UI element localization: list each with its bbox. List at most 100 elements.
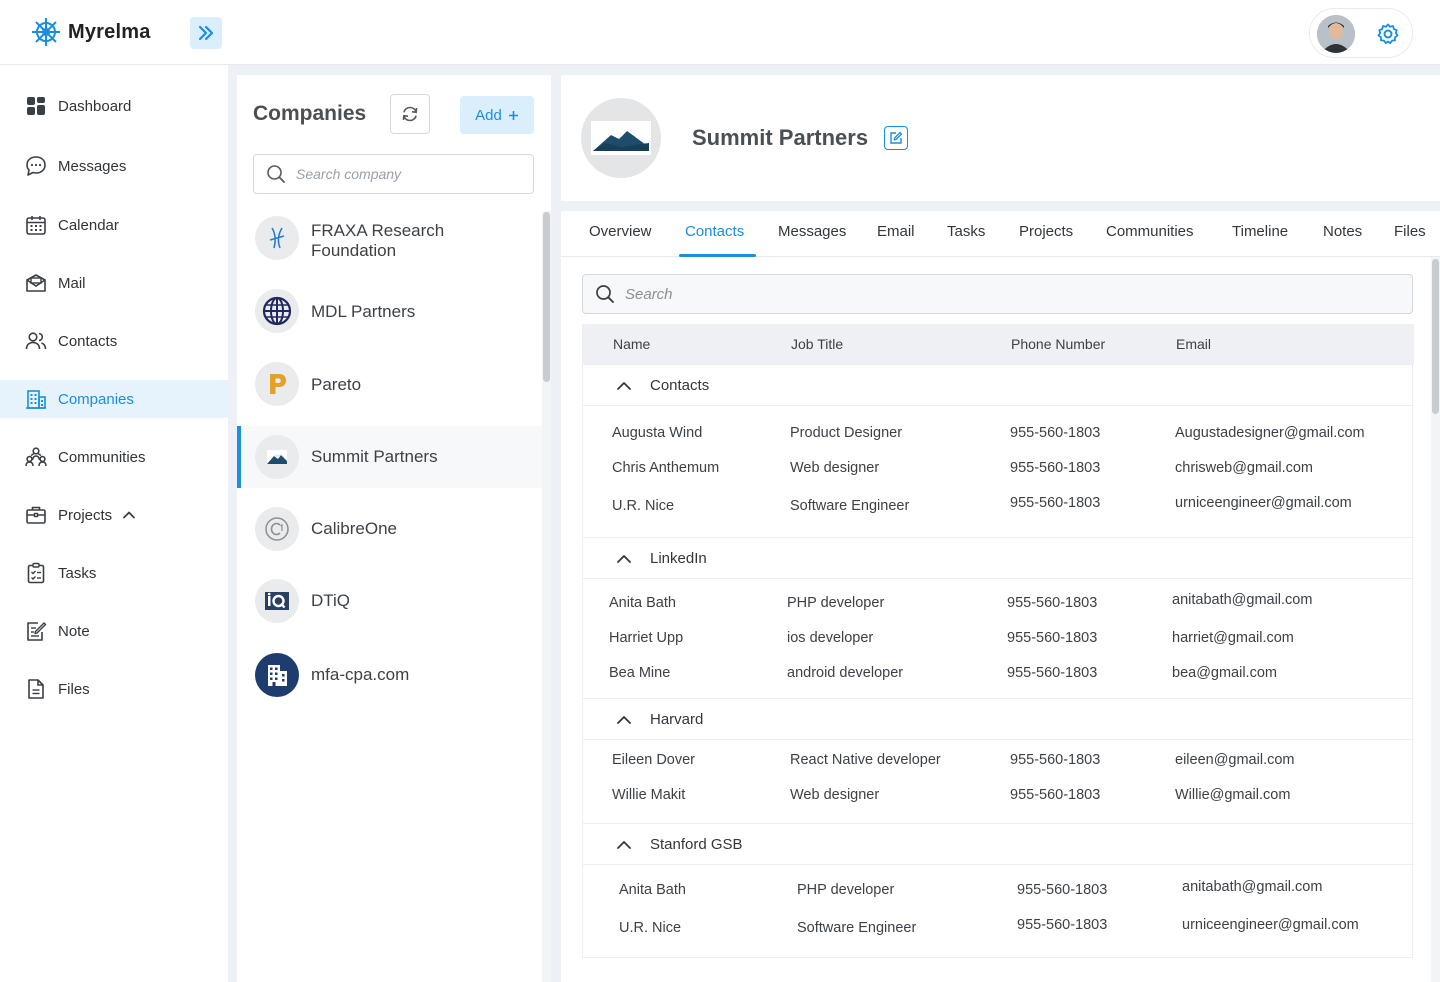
company-list-item[interactable]: Pareto xyxy=(237,355,542,413)
tab-timeline[interactable]: Timeline xyxy=(1232,223,1288,257)
sidebar: Dashboard Messages Calendar Mail Contact… xyxy=(0,65,228,982)
summit-partners-logo xyxy=(255,435,299,479)
group-header-stanford-gsb[interactable]: Stanford GSB xyxy=(583,823,1414,865)
column-header[interactable]: Phone Number xyxy=(1011,336,1105,352)
app-logo[interactable]: Myrelma xyxy=(30,16,151,48)
column-header[interactable]: Email xyxy=(1176,336,1211,352)
cell-job-title: Software Engineer xyxy=(797,920,917,936)
cell-email[interactable]: anitabath@gmail.com xyxy=(1172,592,1312,608)
contact-search xyxy=(582,274,1413,314)
tab-tasks[interactable]: Tasks xyxy=(947,223,985,257)
mail-icon xyxy=(25,272,47,294)
dashboard-icon xyxy=(25,95,47,117)
sidebar-item-files[interactable]: Files xyxy=(0,670,228,708)
note-icon xyxy=(25,620,47,642)
company-name: DTiQ xyxy=(311,591,351,610)
cell-name: Bea Mine xyxy=(609,665,671,681)
refresh-button[interactable] xyxy=(390,94,430,134)
tab-files[interactable]: Files xyxy=(1394,223,1426,257)
cell-name: Augusta Wind xyxy=(612,425,703,441)
company-name: mfa-cpa.com xyxy=(311,665,410,684)
gear-icon[interactable] xyxy=(1376,22,1400,46)
company-list-item[interactable]: CalibreOne xyxy=(237,500,542,558)
sidebar-item-contacts[interactable]: Contacts xyxy=(0,322,228,360)
chevron-up-icon[interactable] xyxy=(122,508,136,522)
company-list-item-selected[interactable]: Summit Partners xyxy=(237,426,542,488)
cell-email[interactable]: urniceengineer@gmail.com xyxy=(1175,495,1352,511)
sidebar-item-communities[interactable]: Communities xyxy=(0,438,228,476)
add-company-button[interactable]: Add xyxy=(460,96,534,134)
cell-email[interactable]: harriet@gmail.com xyxy=(1172,630,1294,646)
mdl-logo xyxy=(255,289,299,333)
sidebar-item-label: Note xyxy=(58,622,90,640)
sidebar-item-note[interactable]: Note xyxy=(0,612,228,650)
cell-phone: 955-560-1803 xyxy=(1010,752,1101,768)
company-name: CalibreOne xyxy=(311,519,397,538)
cell-job-title: Product Designer xyxy=(790,425,903,441)
sidebar-item-projects[interactable]: Projects xyxy=(0,496,228,534)
company-search-input[interactable] xyxy=(296,166,516,182)
column-header[interactable]: Name xyxy=(613,336,650,352)
cell-name: Eileen Dover xyxy=(612,752,696,768)
panel-title: Companies xyxy=(253,102,367,125)
cell-phone: 955-560-1803 xyxy=(1007,665,1098,681)
group-header-contacts[interactable]: Contacts xyxy=(583,364,1414,406)
company-list-item[interactable]: FRAXA Research Foundation xyxy=(237,211,542,265)
chevron-up-icon xyxy=(617,716,631,724)
sidebar-item-mail[interactable]: Mail xyxy=(0,264,228,302)
cell-phone: 955-560-1803 xyxy=(1007,630,1098,646)
company-list-item[interactable]: DTiQ xyxy=(237,572,542,630)
cell-email[interactable]: chrisweb@gmail.com xyxy=(1175,460,1313,476)
column-header[interactable]: Job Title xyxy=(791,336,843,352)
sidebar-item-label: Communities xyxy=(58,448,146,466)
sidebar-item-messages[interactable]: Messages xyxy=(0,147,228,185)
tab-email[interactable]: Email xyxy=(877,223,915,257)
chat-bubble-icon xyxy=(25,155,47,177)
dtiq-logo xyxy=(255,579,299,623)
sidebar-item-calendar[interactable]: Calendar xyxy=(0,206,228,244)
tab-messages[interactable]: Messages xyxy=(778,223,846,257)
detail-scrollbar-thumb[interactable] xyxy=(1432,259,1439,414)
cell-email[interactable]: bea@gmail.com xyxy=(1172,665,1277,681)
double-chevron-right-icon xyxy=(198,25,214,41)
tab-communities[interactable]: Communities xyxy=(1106,223,1194,257)
avatar[interactable] xyxy=(1317,15,1355,53)
cell-email[interactable]: Willie@gmail.com xyxy=(1175,787,1290,803)
company-list-item[interactable]: MDL Partners xyxy=(237,282,542,340)
active-tab-indicator xyxy=(679,254,756,257)
group-header-linkedin[interactable]: LinkedIn xyxy=(583,537,1414,579)
sidebar-item-label: Projects xyxy=(58,506,113,524)
user-controls xyxy=(1309,8,1413,58)
edit-company-button[interactable] xyxy=(884,126,908,150)
sidebar-item-companies[interactable]: Companies xyxy=(0,380,228,418)
cell-email[interactable]: eileen@gmail.com xyxy=(1175,752,1295,768)
group-header-harvard[interactable]: Harvard xyxy=(583,698,1414,740)
cell-email[interactable]: Augustadesigner@gmail.com xyxy=(1175,425,1365,441)
users-icon xyxy=(25,330,47,352)
sidebar-item-dashboard[interactable]: Dashboard xyxy=(0,87,228,125)
expand-sidebar-button[interactable] xyxy=(190,17,222,49)
cell-phone: 955-560-1803 xyxy=(1010,787,1101,803)
tab-projects[interactable]: Projects xyxy=(1019,223,1073,257)
cell-name: Anita Bath xyxy=(619,882,686,898)
calibreone-logo xyxy=(255,507,299,551)
add-button-label: Add xyxy=(475,106,502,124)
contact-search-input[interactable] xyxy=(625,285,1385,303)
sidebar-item-tasks[interactable]: Tasks xyxy=(0,554,228,592)
search-icon xyxy=(267,165,285,183)
tab-overview[interactable]: Overview xyxy=(589,223,652,257)
company-name: FRAXA Research Foundation xyxy=(311,221,445,260)
list-scrollbar-thumb[interactable] xyxy=(543,212,550,382)
company-title: Summit Partners xyxy=(692,125,869,150)
sidebar-item-label: Companies xyxy=(58,390,134,408)
tab-notes[interactable]: Notes xyxy=(1323,223,1362,257)
cell-name: U.R. Nice xyxy=(619,920,682,936)
cell-job-title: Web designer xyxy=(790,460,880,476)
cell-email[interactable]: anitabath@gmail.com xyxy=(1182,879,1322,895)
cell-name: U.R. Nice xyxy=(612,498,675,514)
company-list-item[interactable]: mfa-cpa.com xyxy=(237,646,542,704)
cell-email[interactable]: urniceengineer@gmail.com xyxy=(1182,917,1359,933)
building-icon xyxy=(25,388,47,410)
tab-contacts[interactable]: Contacts xyxy=(685,223,744,257)
company-search xyxy=(253,154,534,194)
